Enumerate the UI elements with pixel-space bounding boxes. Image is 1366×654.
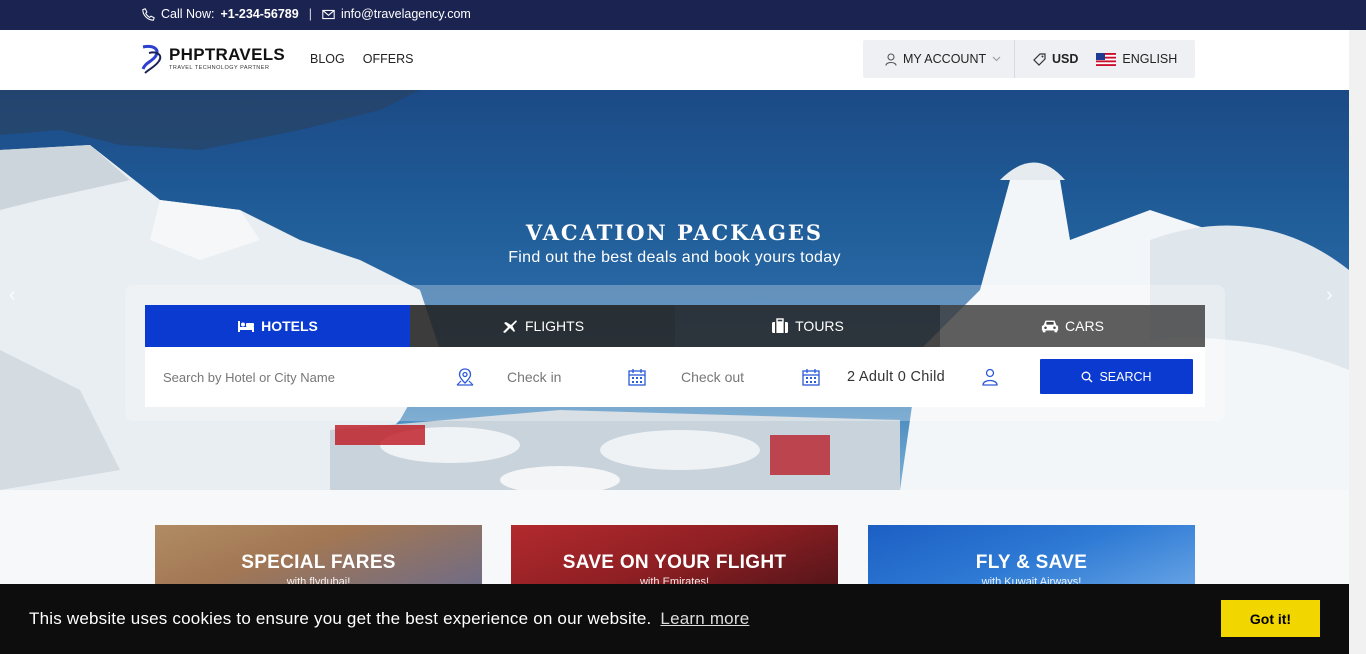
logo-tagline: TRAVEL TECHNOLOGY PARTNER	[169, 65, 270, 71]
email-link[interactable]: info@travelagency.com	[341, 7, 471, 21]
search-button-label: SEARCH	[1099, 369, 1152, 384]
tab-hotels[interactable]: HOTELS	[145, 305, 410, 347]
slider-next-arrow-icon[interactable]: ›	[1326, 285, 1340, 305]
search-tabs: HOTELS FLIGHTS TOURS CARS	[145, 305, 1205, 347]
tab-flights-label: FLIGHTS	[524, 318, 585, 334]
language-selector[interactable]: ENGLISH	[1078, 52, 1177, 66]
topbar-separator: |	[308, 7, 312, 21]
us-flag-icon	[1096, 52, 1117, 66]
main-header: PHPTRAVELS TRAVEL TECHNOLOGY PARTNER BLO…	[0, 30, 1366, 90]
promo-title: FLY & SAVE	[975, 552, 1088, 573]
chevron-down-icon	[992, 56, 1001, 62]
my-account-dropdown[interactable]: MY ACCOUNT	[863, 40, 1015, 78]
phone-icon	[142, 7, 155, 21]
hero-subtitle: Find out the best deals and book yours t…	[508, 249, 841, 266]
search-icon	[1082, 371, 1093, 382]
main-nav: BLOG OFFERS	[310, 52, 413, 66]
tab-cars[interactable]: CARS	[940, 305, 1205, 347]
page-scrollbar[interactable]	[1349, 30, 1366, 654]
top-bar: Call Now: +1-234-56789 | info@travelagen…	[0, 0, 1366, 30]
guests-icon-wrapper	[973, 347, 1007, 407]
cookie-message-wrapper: This website uses cookies to ensure you …	[29, 609, 749, 629]
slider-prev-arrow-icon[interactable]: ‹	[9, 285, 23, 305]
currency-label: USD	[1052, 52, 1079, 66]
destination-input[interactable]	[163, 369, 423, 385]
guests-field[interactable]: 2 Adult 0 Child	[833, 347, 973, 407]
map-pin-icon	[456, 368, 474, 386]
tab-tours[interactable]: TOURS	[675, 305, 940, 347]
bed-icon	[238, 321, 255, 332]
checkin-field[interactable]: Check in	[485, 347, 615, 407]
nav-offers[interactable]: OFFERS	[363, 52, 414, 66]
promo-title: SAVE ON YOUR FLIGHT	[562, 552, 787, 573]
language-label: ENGLISH	[1122, 52, 1178, 66]
tab-hotels-label: HOTELS	[261, 318, 318, 334]
search-button[interactable]: SEARCH	[1040, 359, 1193, 394]
cookie-accept-button[interactable]: Got it!	[1221, 600, 1320, 637]
checkin-calendar-wrapper	[615, 347, 659, 407]
logo-mark-icon	[141, 45, 162, 74]
phone-number[interactable]: +1-234-56789	[221, 7, 299, 21]
suitcase-icon	[772, 318, 789, 333]
call-label: Call Now:	[161, 7, 215, 21]
cookie-message: This website uses cookies to ensure you …	[29, 609, 652, 628]
hero-banner: VACATION PACKAGES Find out the best deal…	[0, 90, 1349, 490]
tab-tours-label: TOURS	[795, 318, 844, 334]
person-icon	[982, 368, 998, 386]
calendar-icon[interactable]	[801, 367, 821, 387]
cookie-banner: This website uses cookies to ensure you …	[0, 584, 1349, 654]
envelope-icon	[322, 9, 335, 19]
location-icon-wrapper	[445, 347, 485, 407]
hero-title: VACATION PACKAGES	[525, 220, 824, 245]
destination-field	[145, 347, 445, 407]
site-logo[interactable]: PHPTRAVELS TRAVEL TECHNOLOGY PARTNER	[139, 43, 285, 75]
car-icon	[1041, 320, 1059, 333]
plane-icon	[502, 320, 517, 333]
tab-cars-label: CARS	[1065, 318, 1104, 334]
checkout-field[interactable]: Check out	[659, 347, 789, 407]
currency-selector[interactable]: USD	[1015, 52, 1078, 66]
learn-more-link[interactable]: Learn more	[660, 609, 749, 628]
tag-icon	[1033, 52, 1046, 66]
user-icon	[885, 52, 897, 66]
hotel-search-form: Check in Check out 2 Adult 0 Child SEARC…	[145, 347, 1205, 407]
checkout-calendar-wrapper	[789, 347, 833, 407]
calendar-icon[interactable]	[627, 367, 647, 387]
nav-blog[interactable]: BLOG	[310, 52, 345, 66]
promo-title: SPECIAL FARES	[241, 552, 396, 573]
my-account-label: MY ACCOUNT	[903, 52, 987, 66]
account-toolbar: MY ACCOUNT USD ENGLISH	[863, 40, 1195, 78]
logo-title: PHPTRAVELS	[169, 45, 286, 64]
tab-flights[interactable]: FLIGHTS	[410, 305, 675, 347]
search-panel: HOTELS FLIGHTS TOURS CARS Check in	[125, 285, 1225, 421]
